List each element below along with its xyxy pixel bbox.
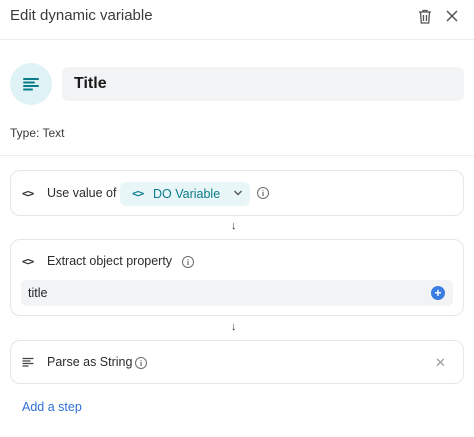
info-icon[interactable]: i [182, 256, 194, 268]
info-icon[interactable]: i [135, 357, 147, 369]
remove-step-button[interactable]: ✕ [435, 355, 446, 371]
property-input[interactable]: title + [21, 280, 453, 306]
step-label: Extract object property [47, 254, 173, 268]
code-icon: <> [132, 187, 144, 200]
chevron-down-icon [234, 190, 242, 196]
close-icon[interactable] [440, 4, 464, 28]
panel-header: Edit dynamic variable [0, 0, 474, 40]
step-card-use-value: <> Use value of <> DO Variable i [10, 170, 464, 216]
code-icon: <> [22, 187, 34, 200]
info-icon[interactable]: i [257, 187, 269, 199]
variable-select-dropdown[interactable]: <> DO Variable [120, 182, 250, 206]
step-card-parse-string: Parse as String i ✕ [10, 340, 464, 384]
code-icon: <> [22, 255, 34, 268]
text-lines-icon [22, 357, 34, 367]
step-label: Use value of [47, 186, 117, 200]
variable-type-icon [10, 63, 52, 105]
trash-icon[interactable] [413, 4, 437, 28]
arrow-down-icon: ↓ [231, 220, 237, 232]
text-lines-icon [23, 78, 39, 91]
variable-type-label: Type: Text [10, 126, 65, 140]
property-value: title [28, 286, 48, 300]
select-value: DO Variable [153, 187, 221, 201]
add-property-button[interactable]: + [431, 286, 445, 300]
add-step-link[interactable]: Add a step [22, 400, 82, 414]
section-divider [0, 155, 474, 156]
step-card-extract-property: <> Extract object property i title + [10, 239, 464, 316]
step-label: Parse as String [47, 355, 133, 369]
arrow-down-icon: ↓ [231, 321, 237, 333]
panel-title: Edit dynamic variable [10, 7, 153, 24]
variable-name-input[interactable] [62, 67, 464, 101]
